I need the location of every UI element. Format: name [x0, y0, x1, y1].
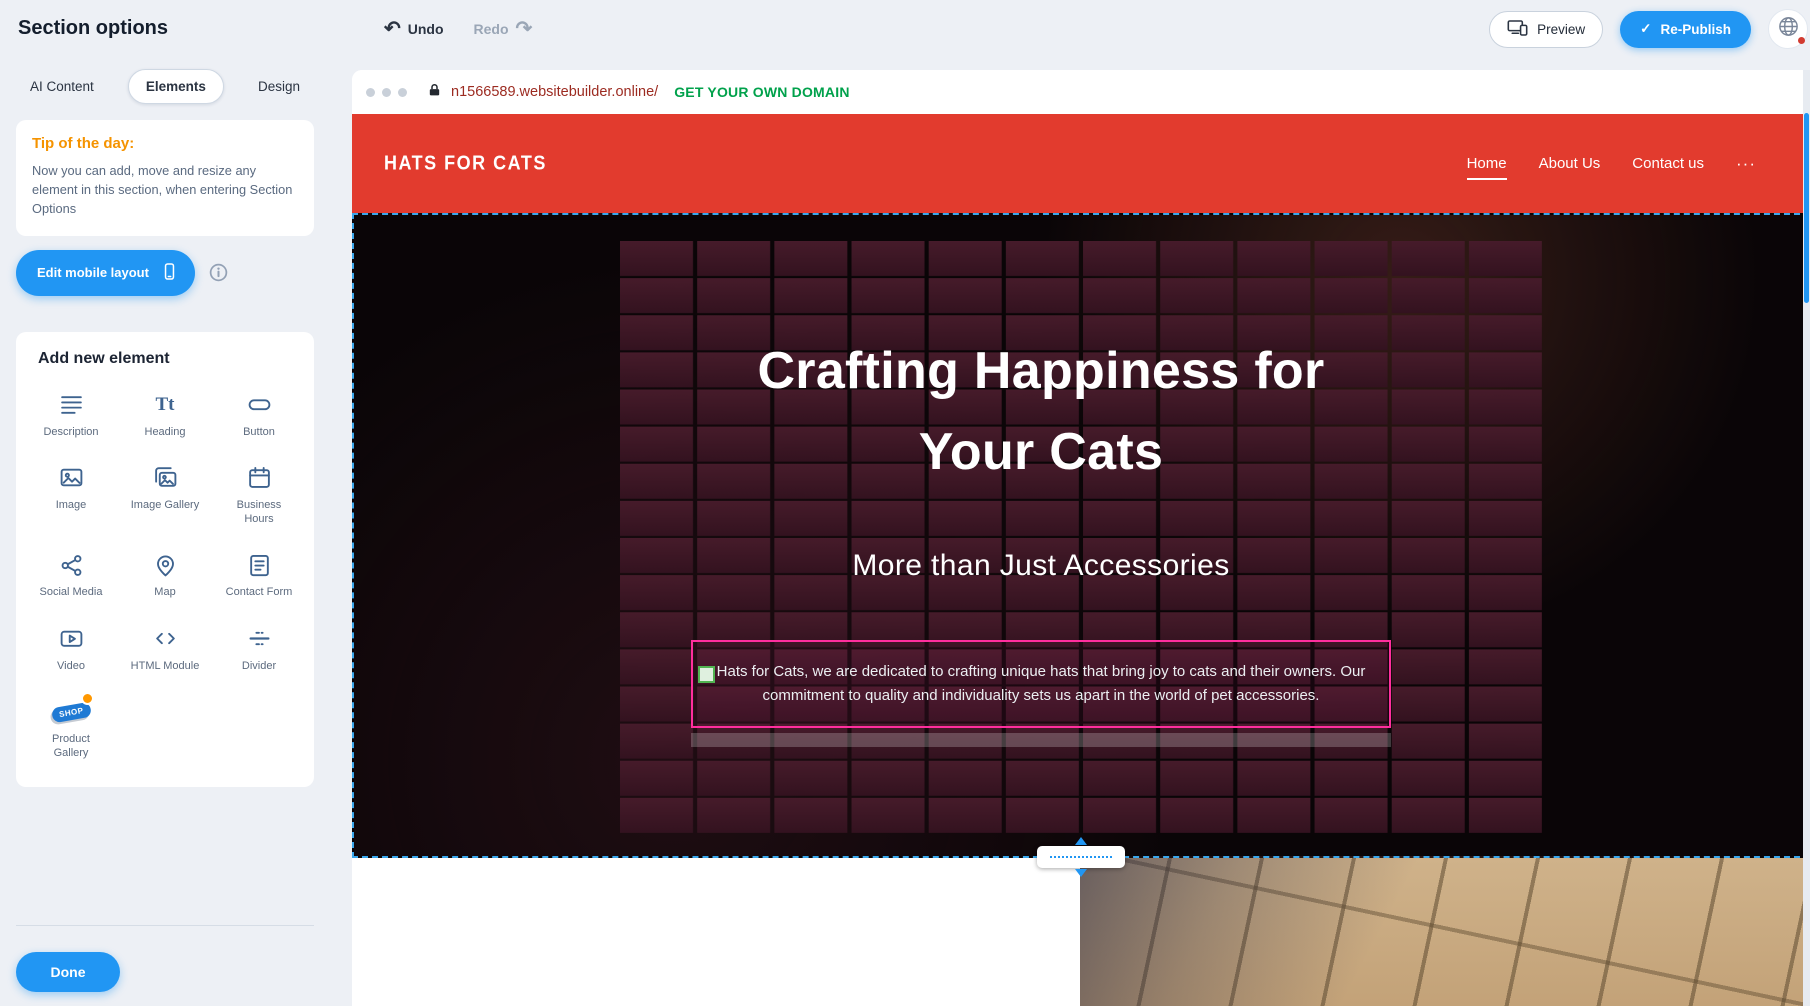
nav-about-us[interactable]: About Us	[1539, 155, 1601, 172]
topbar: Section options ↶ Undo Redo ↷ P	[0, 0, 1810, 57]
globe-icon	[1777, 15, 1800, 43]
site-nav: Home About Us Contact us ···	[1467, 154, 1756, 174]
image-gallery-icon	[153, 465, 178, 491]
resize-dashed-line-icon	[1050, 856, 1112, 858]
site-preview: HATS FOR CATS Home About Us Contact us ·…	[352, 114, 1810, 1006]
element-image[interactable]: Image	[24, 465, 118, 527]
hero-paragraph-text: Hats for Cats, we are dedicated to craft…	[703, 660, 1379, 708]
element-divider[interactable]: Divider	[212, 626, 306, 673]
footer-divider	[16, 925, 314, 926]
redo-button[interactable]: Redo ↷	[474, 19, 533, 39]
hero-paragraph-selected[interactable]: Hats for Cats, we are dedicated to craft…	[691, 640, 1391, 728]
undo-icon: ↶	[384, 19, 401, 39]
product-gallery-icon: SHOP	[52, 699, 91, 725]
undo-button[interactable]: ↶ Undo	[384, 19, 444, 39]
preview-scrollbar-track[interactable]	[1803, 70, 1810, 1006]
app-window: Section options ↶ Undo Redo ↷ P	[0, 0, 1810, 1006]
social-media-icon	[59, 552, 84, 578]
resize-arrow-up-icon	[1075, 837, 1087, 845]
element-contact-form[interactable]: Contact Form	[212, 552, 306, 599]
site-header[interactable]: HATS FOR CATS Home About Us Contact us ·…	[352, 114, 1810, 213]
editor-canvas: n1566589.websitebuilder.online/ GET YOUR…	[330, 57, 1810, 1006]
nav-more-button[interactable]: ···	[1736, 154, 1756, 174]
preview-scrollbar-thumb[interactable]	[1804, 113, 1809, 303]
heading-icon: Tt	[156, 392, 175, 418]
lock-icon	[427, 82, 442, 103]
element-social-media[interactable]: Social Media	[24, 552, 118, 599]
image-icon	[59, 465, 84, 491]
edit-mobile-row: Edit mobile layout	[16, 250, 314, 296]
browser-chrome: n1566589.websitebuilder.online/ GET YOUR…	[352, 70, 1810, 114]
nav-contact-us[interactable]: Contact us	[1632, 155, 1704, 172]
divider-icon	[247, 626, 272, 652]
edit-mobile-label: Edit mobile layout	[37, 265, 149, 280]
page-title: Section options	[18, 17, 168, 40]
new-badge-dot	[81, 692, 94, 705]
add-element-card: Add new element Description Tt Heading	[16, 332, 314, 787]
check-icon: ✓	[1640, 21, 1651, 37]
phone-icon	[160, 262, 179, 284]
description-icon	[59, 392, 84, 418]
tip-of-the-day-card: Tip of the day: Now you can add, move an…	[16, 120, 314, 236]
site-logo: HATS FOR CATS	[384, 152, 547, 176]
browser-frame: n1566589.websitebuilder.online/ GET YOUR…	[352, 70, 1810, 1006]
element-placeholder-bar	[691, 733, 1391, 747]
element-button[interactable]: Button	[212, 392, 306, 439]
element-grid: Description Tt Heading Button	[24, 392, 306, 761]
element-heading[interactable]: Tt Heading	[118, 392, 212, 439]
element-drag-handle[interactable]	[698, 666, 715, 683]
video-icon	[59, 626, 84, 652]
topbar-actions: Preview ✓ Re-Publish	[1489, 9, 1800, 49]
redo-label: Redo	[474, 21, 509, 37]
floor-photo	[1080, 858, 1810, 1006]
sidebar-footer: Done	[0, 925, 330, 1006]
element-map[interactable]: Map	[118, 552, 212, 599]
hero-section-selected[interactable]: Crafting Happiness for Your Cats More th…	[352, 213, 1810, 858]
preview-button[interactable]: Preview	[1489, 11, 1603, 48]
section-resize-handle[interactable]	[1037, 846, 1125, 868]
element-description[interactable]: Description	[24, 392, 118, 439]
republish-button[interactable]: ✓ Re-Publish	[1620, 11, 1751, 48]
done-button[interactable]: Done	[16, 952, 120, 992]
tab-ai-content[interactable]: AI Content	[26, 70, 98, 103]
element-product-gallery[interactable]: SHOP Product Gallery	[24, 699, 118, 761]
resize-arrow-down-icon	[1075, 869, 1087, 877]
nav-home[interactable]: Home	[1467, 155, 1507, 172]
sidebar: AI Content Elements Design Tip of the da…	[0, 57, 330, 1006]
button-icon	[247, 392, 272, 418]
tip-body: Now you can add, move and resize any ele…	[32, 161, 298, 219]
history-controls: ↶ Undo Redo ↷	[384, 0, 532, 57]
business-hours-icon	[247, 465, 272, 491]
redo-icon: ↷	[516, 19, 533, 39]
edit-mobile-layout-button[interactable]: Edit mobile layout	[16, 250, 195, 296]
republish-label: Re-Publish	[1660, 22, 1731, 37]
undo-label: Undo	[408, 21, 444, 37]
tab-design[interactable]: Design	[254, 70, 304, 103]
tab-elements[interactable]: Elements	[128, 69, 224, 104]
next-section	[352, 858, 1810, 1006]
add-element-title: Add new element	[38, 350, 306, 368]
contact-form-icon	[247, 552, 272, 578]
element-business-hours[interactable]: Business Hours	[212, 465, 306, 527]
html-module-icon	[153, 626, 178, 652]
element-image-gallery[interactable]: Image Gallery	[118, 465, 212, 527]
element-video[interactable]: Video	[24, 626, 118, 673]
language-globe-button[interactable]	[1768, 9, 1808, 49]
site-url: n1566589.websitebuilder.online/	[451, 84, 658, 100]
element-html-module[interactable]: HTML Module	[118, 626, 212, 673]
map-icon	[153, 552, 178, 578]
get-domain-link[interactable]: GET YOUR OWN DOMAIN	[674, 84, 849, 100]
preview-label: Preview	[1537, 22, 1585, 37]
window-controls	[366, 88, 407, 97]
info-button[interactable]	[208, 262, 230, 284]
hero-heading[interactable]: Crafting Happiness for Your Cats	[701, 331, 1381, 493]
sidebar-tabs: AI Content Elements Design	[26, 69, 304, 104]
hero-subheading[interactable]: More than Just Accessories	[701, 549, 1381, 583]
tip-title: Tip of the day:	[32, 135, 298, 152]
devices-icon	[1507, 19, 1528, 40]
